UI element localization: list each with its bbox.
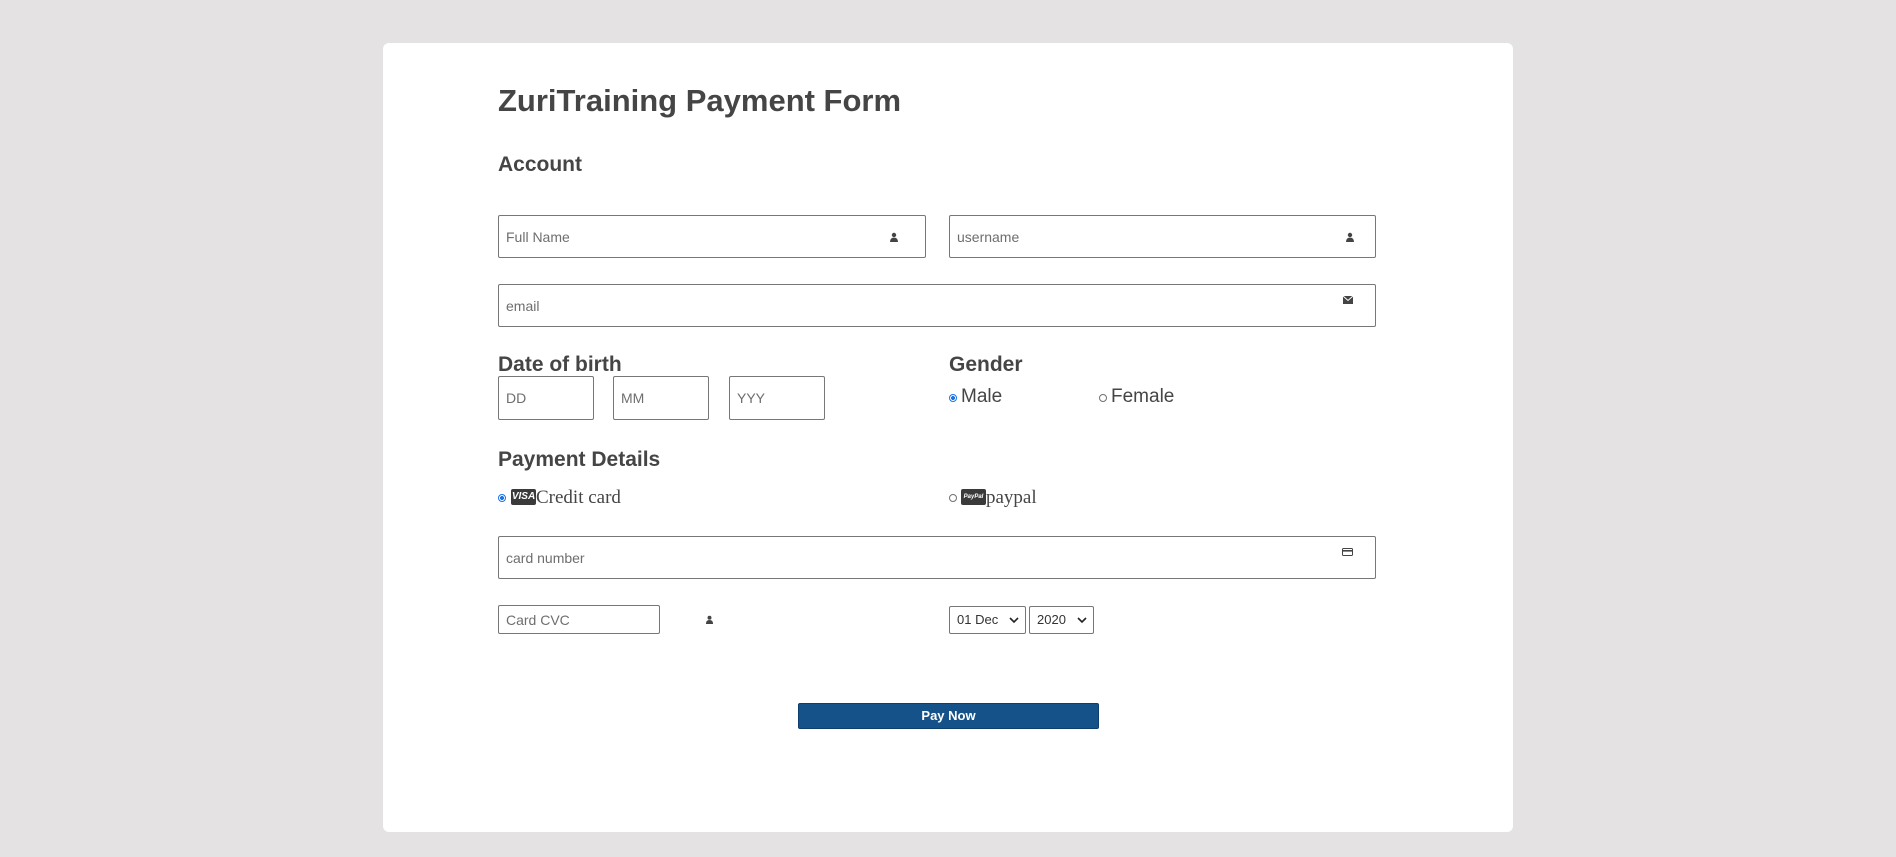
gender-heading: Gender xyxy=(949,353,1023,376)
account-heading: Account xyxy=(498,153,582,176)
email-field[interactable] xyxy=(498,284,1376,327)
gender-female-label[interactable]: Female xyxy=(1111,386,1174,408)
full-name-input[interactable] xyxy=(499,216,925,257)
expiry-year-value: 2020 xyxy=(1037,612,1066,627)
paypal-radio[interactable] xyxy=(949,494,957,502)
user-icon xyxy=(705,615,714,624)
dob-heading: Date of birth xyxy=(498,353,622,376)
dob-year-field[interactable] xyxy=(729,376,825,420)
full-name-field[interactable] xyxy=(498,215,926,258)
expiry-year-select[interactable]: 2020 xyxy=(1029,606,1094,634)
dob-month-input[interactable] xyxy=(614,377,708,419)
envelope-icon xyxy=(1343,296,1353,304)
visa-icon: VISA xyxy=(511,489,536,505)
card-cvc-input[interactable] xyxy=(499,606,659,633)
username-input[interactable] xyxy=(950,216,1375,257)
dob-day-input[interactable] xyxy=(499,377,593,419)
pay-now-button[interactable]: Pay Now xyxy=(798,703,1099,729)
card-number-field[interactable] xyxy=(498,536,1376,579)
credit-card-icon xyxy=(1342,548,1353,556)
user-icon xyxy=(1346,232,1354,242)
page-title: ZuriTraining Payment Form xyxy=(498,83,902,118)
chevron-down-icon xyxy=(1077,617,1087,624)
payment-form-card: ZuriTraining Payment Form Account Date o… xyxy=(383,43,1513,832)
expiry-date-value: 01 Dec xyxy=(957,612,999,627)
dob-year-input[interactable] xyxy=(730,377,824,419)
expiry-date-select[interactable]: 01 Dec xyxy=(949,606,1026,634)
credit-card-label[interactable]: Credit card xyxy=(536,487,621,509)
chevron-down-icon xyxy=(1009,617,1019,624)
card-cvc-field[interactable] xyxy=(498,605,660,634)
dob-month-field[interactable] xyxy=(613,376,709,420)
card-number-input[interactable] xyxy=(499,537,1375,578)
gender-female-radio[interactable] xyxy=(1099,394,1107,402)
paypal-label[interactable]: paypal xyxy=(986,487,1037,509)
paypal-icon: PayPal xyxy=(961,489,986,505)
email-input[interactable] xyxy=(499,285,1375,326)
gender-male-label[interactable]: Male xyxy=(961,386,1002,408)
username-field[interactable] xyxy=(949,215,1376,258)
user-icon xyxy=(890,232,898,242)
payment-details-heading: Payment Details xyxy=(498,448,661,471)
credit-card-radio[interactable] xyxy=(498,494,506,502)
dob-day-field[interactable] xyxy=(498,376,594,420)
gender-male-radio[interactable] xyxy=(949,394,957,402)
